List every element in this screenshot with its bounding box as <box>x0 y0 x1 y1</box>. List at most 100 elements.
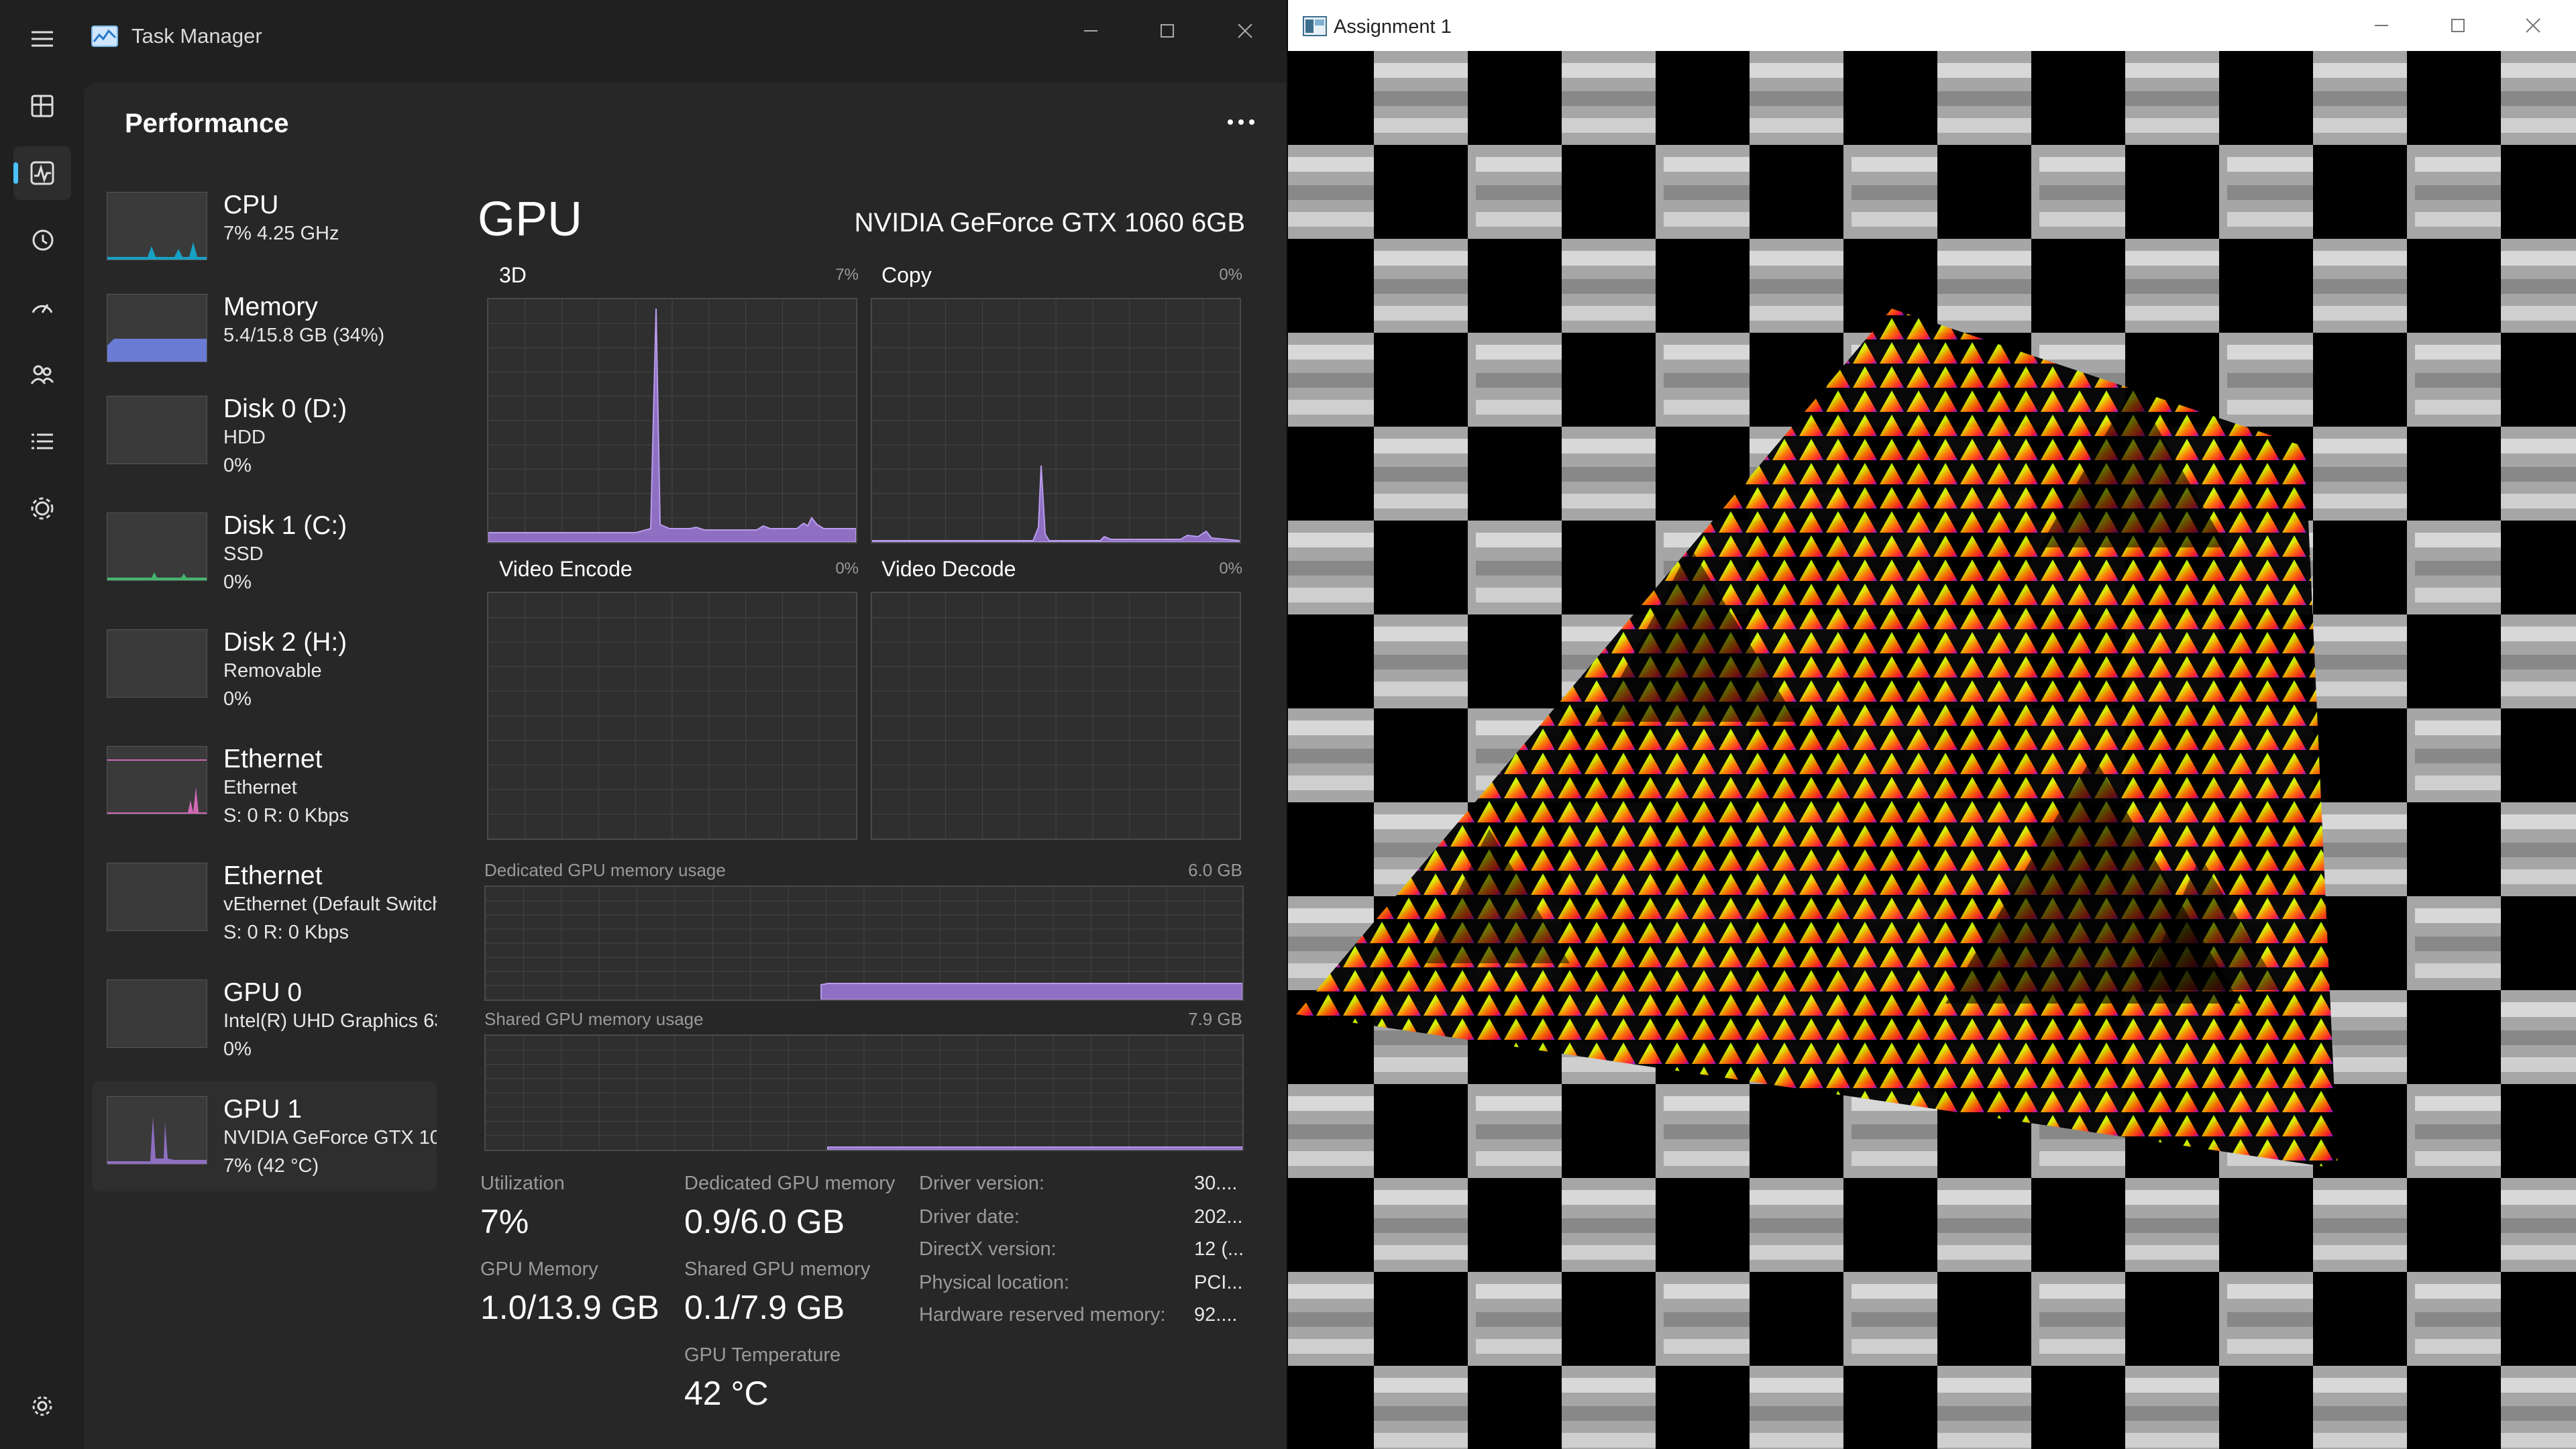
graph-3d <box>487 298 857 543</box>
resource-detail: vEthernet (Default Switch) <box>223 894 437 915</box>
directx-version-value: 12 (... <box>1194 1238 1244 1260</box>
rail-users[interactable] <box>13 347 71 401</box>
services-icon <box>31 497 54 520</box>
graph-video-decode-plot <box>872 593 1240 839</box>
resource-name: Ethernet <box>223 745 323 773</box>
task-manager-window: Task Manager Performance CPU 7% 4.25 GHz… <box>0 0 1287 1449</box>
application-icon <box>1303 16 1327 36</box>
vethernet-thumbnail-graph <box>107 863 207 931</box>
startup-apps-icon <box>32 304 53 313</box>
physical-location-value: PCI... <box>1194 1272 1243 1293</box>
resource-name: GPU 1 <box>223 1095 303 1124</box>
resource-detail: 5.4/15.8 GB (34%) <box>223 325 385 346</box>
resource-usage: 0% <box>223 688 252 710</box>
close-button[interactable] <box>1208 11 1283 51</box>
engine-percent-video-encode: 0% <box>835 559 859 578</box>
gpu-1-thumbnail-graph <box>107 1096 207 1165</box>
rail-startup-apps[interactable] <box>13 280 71 334</box>
resource-name: Ethernet <box>223 861 323 890</box>
resource-usage: 7% (42 °C) <box>223 1155 319 1177</box>
close-icon <box>2526 18 2540 33</box>
utilization-value: 7% <box>480 1203 529 1240</box>
resource-detail: NVIDIA GeForce GTX 1060 6GB <box>223 1127 437 1148</box>
assignment-window: Assignment 1 <box>1287 0 2576 1449</box>
driver-date-label: Driver date: <box>919 1206 1020 1228</box>
resource-detail: Intel(R) UHD Graphics 630 <box>223 1010 437 1032</box>
disk-2-thumbnail-graph <box>107 629 207 698</box>
directx-version-label: DirectX version: <box>919 1238 1057 1260</box>
shared-memory-plot <box>486 1036 1242 1150</box>
resource-item-disk-1[interactable]: Disk 1 (C:) SSD 0% <box>92 498 437 608</box>
resource-detail: 7% 4.25 GHz <box>223 223 339 244</box>
engine-label-video-decode[interactable]: Video Decode <box>881 557 1016 582</box>
maximize-button[interactable] <box>2420 5 2496 46</box>
render-viewport[interactable] <box>1288 51 2576 1449</box>
resource-item-gpu-0[interactable]: GPU 0 Intel(R) UHD Graphics 630 0% <box>92 965 437 1075</box>
assignment-titlebar[interactable]: Assignment 1 <box>1288 0 2576 52</box>
shared-memory-value: 0.1/7.9 GB <box>684 1289 845 1326</box>
resource-name: GPU 0 <box>223 978 303 1007</box>
resource-item-disk-2[interactable]: Disk 2 (H:) Removable 0% <box>92 614 437 724</box>
close-icon <box>1238 23 1252 38</box>
gpu-memory-label: GPU Memory <box>480 1258 598 1280</box>
close-button[interactable] <box>2496 5 2571 46</box>
resource-name: Disk 1 (C:) <box>223 511 347 540</box>
resource-name: CPU <box>223 191 279 219</box>
resource-name: Memory <box>223 292 318 321</box>
shared-memory-label: Shared GPU memory <box>684 1258 871 1280</box>
more-options-button[interactable] <box>1220 109 1263 136</box>
minimize-button[interactable] <box>2344 5 2419 46</box>
shared-memory-graph <box>484 1034 1244 1151</box>
task-manager-titlebar[interactable]: Task Manager <box>0 0 1287 74</box>
reserved-memory-value: 92.... <box>1194 1304 1238 1326</box>
resource-usage: S: 0 R: 0 Kbps <box>223 805 349 826</box>
dedicated-memory-graph <box>484 885 1244 1001</box>
memory-thumbnail-graph <box>107 294 207 362</box>
gpu-memory-value: 1.0/13.9 GB <box>480 1289 659 1326</box>
window-title: Assignment 1 <box>1334 16 1452 38</box>
maximize-icon <box>1161 24 1174 38</box>
gpu-temperature-label: GPU Temperature <box>684 1344 841 1366</box>
resource-usage: S: 0 R: 0 Kbps <box>223 922 349 943</box>
dedicated-memory-graph-max: 6.0 GB <box>1188 860 1242 880</box>
engine-label-video-encode[interactable]: Video Encode <box>499 557 633 582</box>
resource-detail: SSD <box>223 543 264 565</box>
engine-percent-copy: 0% <box>1219 266 1242 284</box>
graph-video-encode-plot <box>488 593 856 839</box>
engine-label-copy[interactable]: Copy <box>881 263 932 288</box>
utilization-label: Utilization <box>480 1173 565 1194</box>
minimize-icon <box>1084 30 1097 32</box>
more-horizontal-icon <box>1228 119 1254 125</box>
resource-item-disk-0[interactable]: Disk 0 (D:) HDD 0% <box>92 381 437 491</box>
reserved-memory-label: Hardware reserved memory: <box>919 1304 1166 1326</box>
resource-detail: HDD <box>223 427 266 448</box>
navigation-rail <box>0 0 84 1449</box>
hamburger-menu-button[interactable] <box>13 12 71 66</box>
details-icon <box>32 433 53 449</box>
resource-usage: 0% <box>223 455 252 476</box>
rail-performance[interactable] <box>13 146 71 200</box>
rail-details[interactable] <box>13 415 71 468</box>
resource-usage: 0% <box>223 1038 252 1060</box>
maximize-button[interactable] <box>1130 11 1205 51</box>
processes-icon <box>31 95 54 117</box>
rail-app-history[interactable] <box>13 213 71 267</box>
physical-location-label: Physical location: <box>919 1272 1070 1293</box>
dedicated-memory-plot <box>486 887 1242 1000</box>
minimize-button[interactable] <box>1053 11 1128 51</box>
resource-name: Disk 2 (H:) <box>223 628 347 657</box>
rail-services[interactable] <box>13 482 71 535</box>
resource-item-ethernet[interactable]: Ethernet Ethernet S: 0 R: 0 Kbps <box>92 731 437 841</box>
resource-item-memory[interactable]: Memory 5.4/15.8 GB (34%) <box>92 279 437 389</box>
rail-processes[interactable] <box>13 79 71 133</box>
dedicated-memory-value: 0.9/6.0 GB <box>684 1203 845 1240</box>
resource-item-gpu-1[interactable]: GPU 1 NVIDIA GeForce GTX 1060 6GB 7% (42… <box>92 1081 437 1191</box>
rail-settings[interactable] <box>13 1379 71 1433</box>
maximize-icon <box>2451 19 2465 32</box>
graph-video-decode <box>871 592 1241 840</box>
engine-label-3d[interactable]: 3D <box>499 263 527 288</box>
settings-icon <box>32 1396 52 1416</box>
resource-item-vethernet[interactable]: Ethernet vEthernet (Default Switch) S: 0… <box>92 848 437 958</box>
hamburger-menu-icon <box>32 31 53 47</box>
resource-item-cpu[interactable]: CPU 7% 4.25 GHz <box>92 177 437 287</box>
